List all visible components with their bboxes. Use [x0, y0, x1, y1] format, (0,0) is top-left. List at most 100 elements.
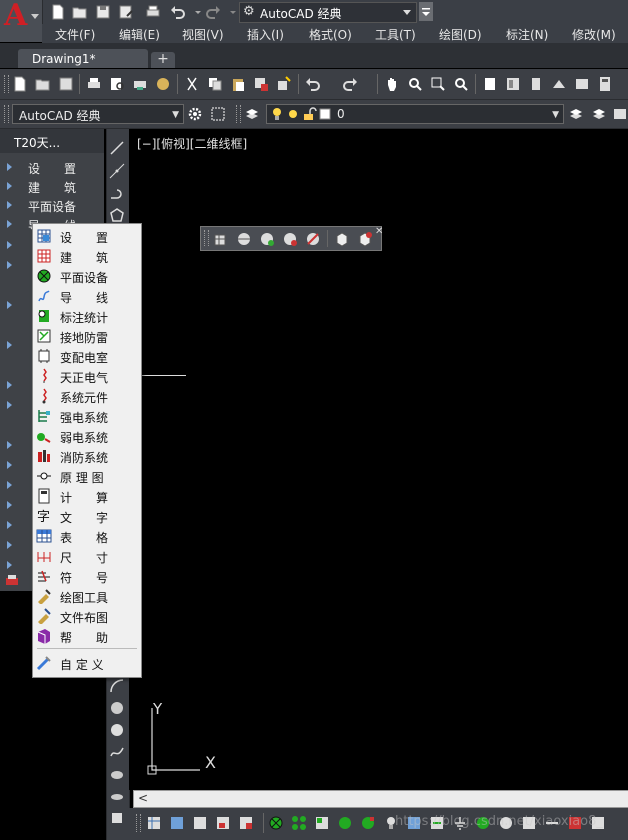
- menu-dimension[interactable]: 标注(N): [506, 26, 548, 43]
- menu-format[interactable]: 格式(O): [309, 26, 352, 43]
- command-line[interactable]: <: [133, 790, 628, 808]
- menu-modify[interactable]: 修改(M): [572, 26, 616, 43]
- device-icon[interactable]: [268, 815, 284, 831]
- popup-menu-item[interactable]: 消防系统: [33, 446, 139, 466]
- sphere-red-icon[interactable]: [282, 231, 298, 247]
- cut-icon[interactable]: [184, 76, 200, 92]
- tool-palettes-icon[interactable]: [528, 76, 544, 92]
- properties-icon[interactable]: [482, 76, 498, 92]
- sphere-green-icon[interactable]: [259, 231, 275, 247]
- sphere-icon[interactable]: [236, 231, 252, 247]
- popup-menu-item[interactable]: 表 格: [33, 526, 139, 546]
- panel-item-building[interactable]: 建 筑: [0, 177, 104, 195]
- design-center-icon[interactable]: [505, 76, 521, 92]
- panel-title[interactable]: T20天...: [0, 129, 104, 153]
- match-properties-icon[interactable]: [253, 76, 269, 92]
- box-solid-icon[interactable]: [334, 231, 350, 247]
- popup-menu-item-customize[interactable]: 自 定 义: [33, 653, 139, 673]
- popup-menu-item[interactable]: 平面设备: [33, 266, 139, 286]
- viewport-controls-label[interactable]: [−][俯视][二维线框]: [137, 135, 247, 152]
- redo-icon[interactable]: [342, 76, 358, 92]
- popup-menu-item[interactable]: 接地防雷: [33, 326, 139, 346]
- popup-menu-item[interactable]: 符 号: [33, 566, 139, 586]
- line-icon[interactable]: [109, 140, 125, 156]
- symbol-icon[interactable]: [360, 815, 376, 831]
- preview-icon[interactable]: [109, 76, 125, 92]
- popup-menu-item[interactable]: 导 线: [33, 286, 139, 306]
- component-icon[interactable]: [337, 815, 353, 831]
- layer-properties-icon[interactable]: [244, 106, 260, 122]
- image-icon[interactable]: [215, 815, 231, 831]
- layer-states-icon[interactable]: [612, 106, 628, 122]
- table-icon[interactable]: [146, 815, 162, 831]
- workspace-combo[interactable]: AutoCAD 经典 ▼: [12, 104, 184, 124]
- workspace-select[interactable]: AutoCAD 经典: [239, 2, 417, 23]
- undo-icon[interactable]: [170, 4, 186, 20]
- grid-icon[interactable]: [238, 815, 254, 831]
- circle-icon[interactable]: [109, 700, 125, 716]
- undo-dropdown-icon[interactable]: [190, 4, 201, 20]
- save-icon[interactable]: [169, 815, 185, 831]
- redo-dropdown-icon[interactable]: [225, 4, 236, 20]
- popup-menu-item[interactable]: 文件布图: [33, 606, 139, 626]
- popup-menu-item[interactable]: 标注统计: [33, 306, 139, 326]
- menu-draw[interactable]: 绘图(D): [439, 26, 482, 43]
- save-as-icon[interactable]: [118, 4, 134, 20]
- insert-block-icon[interactable]: [109, 810, 125, 826]
- gear-icon[interactable]: [187, 106, 203, 122]
- print-icon[interactable]: [145, 4, 161, 20]
- layer-previous-icon[interactable]: [591, 106, 607, 122]
- customize-qat-button[interactable]: [419, 2, 433, 21]
- application-menu-button[interactable]: A: [0, 0, 43, 42]
- 3d-dwf-icon[interactable]: [155, 76, 171, 92]
- sphere-slash-icon[interactable]: [305, 231, 321, 247]
- ellipse-icon[interactable]: [109, 766, 125, 782]
- zoom-window-icon[interactable]: [430, 76, 446, 92]
- popup-menu-item[interactable]: 计 算: [33, 486, 139, 506]
- workspace-settings-icon[interactable]: [210, 106, 226, 122]
- markup-icon[interactable]: [574, 76, 590, 92]
- close-icon[interactable]: ✕: [375, 226, 383, 237]
- menu-insert[interactable]: 插入(I): [247, 26, 284, 43]
- popup-menu-item[interactable]: 强电系统: [33, 406, 139, 426]
- popup-menu-item[interactable]: 尺 寸: [33, 546, 139, 566]
- solid-edit-icon[interactable]: [357, 231, 373, 247]
- redo-icon[interactable]: [205, 4, 221, 20]
- copy-icon[interactable]: [207, 76, 223, 92]
- popup-menu-item[interactable]: 绘图工具: [33, 586, 139, 606]
- menu-view[interactable]: 视图(V): [182, 26, 224, 43]
- box-mesh-icon[interactable]: [213, 231, 229, 247]
- popup-menu-item[interactable]: 变配电室: [33, 346, 139, 366]
- tab-drawing1[interactable]: Drawing1*: [18, 49, 148, 68]
- make-current-layer-icon[interactable]: [568, 106, 584, 122]
- new-tab-button[interactable]: +: [151, 52, 175, 68]
- popup-menu-item[interactable]: 原 理 图: [33, 466, 139, 486]
- open-folder-icon[interactable]: [35, 76, 51, 92]
- ellipse-arc-icon[interactable]: [109, 788, 125, 804]
- save-icon[interactable]: [58, 76, 74, 92]
- popup-menu-item[interactable]: 系统元件: [33, 386, 139, 406]
- polygon-icon[interactable]: [109, 207, 125, 223]
- publish-icon[interactable]: [132, 76, 148, 92]
- plot-icon[interactable]: [86, 76, 102, 92]
- revision-cloud-icon[interactable]: [109, 722, 125, 738]
- arrange-icon[interactable]: [314, 815, 330, 831]
- popup-menu-item[interactable]: 字文 字: [33, 506, 139, 526]
- panel-item-settings[interactable]: 设 置: [0, 158, 104, 176]
- polyline-icon[interactable]: [109, 186, 125, 202]
- sheet-set-icon[interactable]: [551, 76, 567, 92]
- layer-combo[interactable]: 0 ▼: [266, 104, 564, 124]
- undo-icon[interactable]: [305, 76, 321, 92]
- construction-line-icon[interactable]: [109, 163, 125, 179]
- popup-menu-item[interactable]: 建 筑: [33, 246, 139, 266]
- open-folder-icon[interactable]: [72, 4, 88, 20]
- popup-menu-item[interactable]: 弱电系统: [33, 426, 139, 446]
- menu-edit[interactable]: 编辑(E): [119, 26, 160, 43]
- panel-item-devices[interactable]: 平面设备: [0, 196, 104, 214]
- zoom-realtime-icon[interactable]: [407, 76, 423, 92]
- toolbar-grip[interactable]: [4, 75, 9, 93]
- paste-icon[interactable]: [230, 76, 246, 92]
- popup-menu-item[interactable]: 天正电气: [33, 366, 139, 386]
- new-file-icon[interactable]: [12, 76, 28, 92]
- new-file-icon[interactable]: [50, 4, 66, 20]
